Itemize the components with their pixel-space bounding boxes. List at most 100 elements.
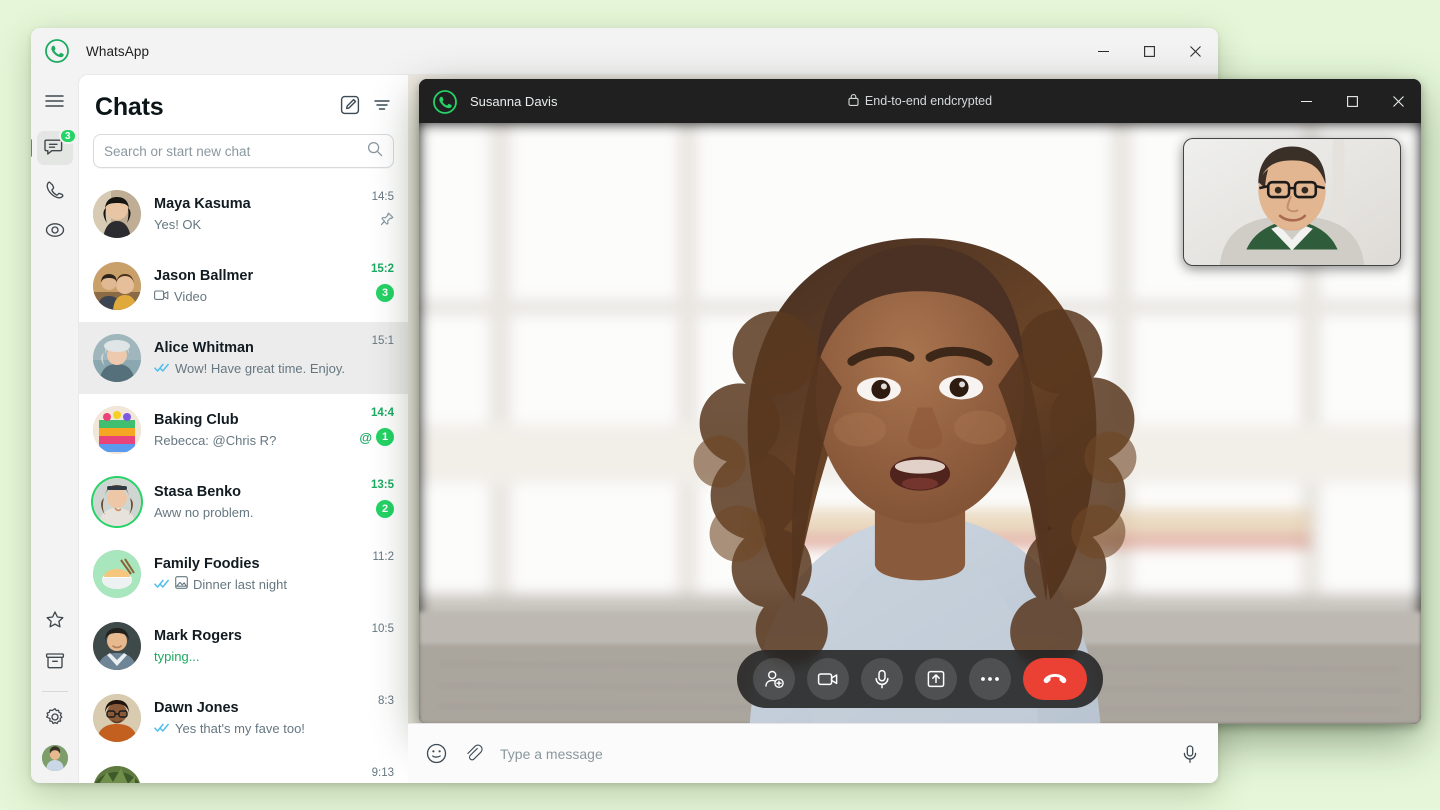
close-button[interactable] xyxy=(1172,28,1218,74)
chat-item-preview: Rebecca: @Chris R? xyxy=(154,431,350,451)
filter-chats-icon[interactable] xyxy=(372,95,392,120)
chat-item-text: Family Foodies Dinner last night xyxy=(154,554,350,595)
profile-avatar[interactable] xyxy=(41,745,68,771)
read-receipt-icon xyxy=(154,575,170,595)
maximize-button[interactable] xyxy=(1126,28,1172,74)
chat-item-name: Baking Club xyxy=(154,411,239,428)
call-controls-bar xyxy=(737,650,1103,708)
chat-list-item[interactable]: Family Foodies Dinner last night 11:2 xyxy=(79,538,408,610)
message-input[interactable] xyxy=(500,745,1164,762)
unread-badge: 1 xyxy=(376,428,394,446)
chat-item-name: Ziggy Woodley xyxy=(154,780,350,784)
attach-icon[interactable] xyxy=(463,743,484,764)
chat-item-preview: Yes! OK xyxy=(154,215,350,235)
search-input[interactable] xyxy=(104,143,367,159)
call-close-button[interactable] xyxy=(1375,79,1421,123)
chat-item-text: Jason Ballmer Video xyxy=(154,266,350,307)
emoji-icon[interactable] xyxy=(426,743,447,764)
chat-item-time: 9:13 xyxy=(371,767,394,779)
chat-item-time: 14:5 xyxy=(371,191,394,203)
chats-panel: Chats Maya KasumaYe xyxy=(78,74,408,783)
call-maximize-button[interactable] xyxy=(1329,79,1375,123)
chat-item-time: 15:2 xyxy=(370,263,394,275)
new-chat-icon[interactable] xyxy=(340,95,360,120)
navigation-rail: 3 xyxy=(31,74,78,783)
rail-divider xyxy=(41,691,68,692)
chat-item-time: 13:5 xyxy=(370,479,394,491)
chat-item-name: Jason Ballmer xyxy=(154,267,254,284)
avatar xyxy=(93,190,141,238)
preview-text: Dinner last night xyxy=(193,576,287,592)
search-container xyxy=(79,128,408,178)
call-window-controls xyxy=(1283,79,1421,123)
chat-item-text: Stasa Benko Aww no problem. xyxy=(154,482,350,523)
chat-list-item[interactable]: Stasa Benko Aww no problem. 13:5 2 xyxy=(79,466,408,538)
video-call-window: Susanna Davis End-to-end endcrypted xyxy=(419,79,1421,724)
unread-badge: 3 xyxy=(376,284,394,302)
chat-list-item[interactable]: Jason Ballmer Video 15:2 3 xyxy=(79,250,408,322)
end-call-button[interactable] xyxy=(1023,658,1087,700)
chat-item-preview: Aww no problem. xyxy=(154,503,350,523)
avatar xyxy=(93,334,141,382)
avatar xyxy=(93,550,141,598)
avatar xyxy=(93,694,141,742)
chat-list-item[interactable]: Mark Rogers typing... 10:5 xyxy=(79,610,408,682)
whatsapp-logo-icon xyxy=(45,39,69,63)
chat-item-name: Dawn Jones xyxy=(154,699,239,716)
avatar xyxy=(93,766,141,783)
window-controls xyxy=(1080,28,1218,74)
menu-button[interactable] xyxy=(37,84,73,118)
minimize-button[interactable] xyxy=(1080,28,1126,74)
call-titlebar: Susanna Davis End-to-end endcrypted xyxy=(419,79,1421,123)
video-icon xyxy=(154,287,169,307)
chat-list-item[interactable]: Dawn Jones Yes that's my fave too! 8:3 xyxy=(79,682,408,754)
avatar xyxy=(93,478,141,526)
chat-item-text: Mark Rogers typing... xyxy=(154,626,350,667)
chats-unread-badge: 3 xyxy=(58,128,77,144)
preview-text: Aww no problem. xyxy=(154,504,254,520)
preview-text: Video xyxy=(174,288,208,304)
chats-panel-header: Chats xyxy=(79,75,408,128)
preview-text: typing... xyxy=(154,648,200,664)
chat-item-text: Baking Club Rebecca: @Chris R? xyxy=(154,410,350,451)
chat-item-time: 8:3 xyxy=(378,695,394,707)
call-minimize-button[interactable] xyxy=(1283,79,1329,123)
sidebar-item-settings[interactable] xyxy=(37,700,73,734)
chat-item-meta: 9:13 xyxy=(350,763,394,783)
app-title: WhatsApp xyxy=(86,43,150,59)
chat-item-time: 10:5 xyxy=(371,623,394,635)
more-options-button[interactable] xyxy=(969,658,1011,700)
preview-text: Yes! OK xyxy=(154,216,202,232)
chat-list-item[interactable]: Ziggy Woodley 9:13 xyxy=(79,754,408,783)
mention-icon: @ xyxy=(359,429,372,445)
chat-item-name: Mark Rogers xyxy=(154,627,242,644)
avatar xyxy=(93,262,141,310)
microphone-button[interactable] xyxy=(861,658,903,700)
voice-message-icon[interactable] xyxy=(1180,744,1200,764)
share-screen-button[interactable] xyxy=(915,658,957,700)
read-receipt-icon xyxy=(154,719,170,739)
chat-list[interactable]: Maya Kasuma Yes! OK 14:5 Jason Ballmer Video… xyxy=(79,178,408,783)
encryption-label: End-to-end endcrypted xyxy=(864,94,993,108)
call-video-stage xyxy=(419,123,1421,724)
add-person-button[interactable] xyxy=(753,658,795,700)
camera-button[interactable] xyxy=(807,658,849,700)
chat-item-preview: Video xyxy=(154,287,350,307)
sidebar-item-chats[interactable]: 3 xyxy=(31,128,77,165)
self-view-pip[interactable] xyxy=(1183,138,1401,266)
chat-list-item[interactable]: Alice Whitman Wow! Have great time. Enjoy… xyxy=(79,322,408,394)
sidebar-item-status[interactable] xyxy=(37,213,73,247)
chat-item-meta: 14:5 xyxy=(350,187,394,231)
chat-item-name: Maya Kasuma xyxy=(154,195,251,212)
sidebar-item-starred[interactable] xyxy=(37,603,73,637)
chat-list-item[interactable]: Maya Kasuma Yes! OK 14:5 xyxy=(79,178,408,250)
sidebar-item-archived[interactable] xyxy=(37,644,73,678)
search-icon xyxy=(367,141,383,162)
search-box[interactable] xyxy=(93,134,394,168)
chat-item-meta: 10:5 xyxy=(350,619,394,644)
sidebar-item-calls[interactable] xyxy=(37,172,73,206)
chat-item-time: 15:1 xyxy=(371,335,394,347)
preview-text: Rebecca: @Chris R? xyxy=(154,432,277,448)
chat-list-item[interactable]: Baking Club Rebecca: @Chris R? 14:4 @1 xyxy=(79,394,408,466)
chat-item-meta: 13:5 2 xyxy=(350,475,394,518)
